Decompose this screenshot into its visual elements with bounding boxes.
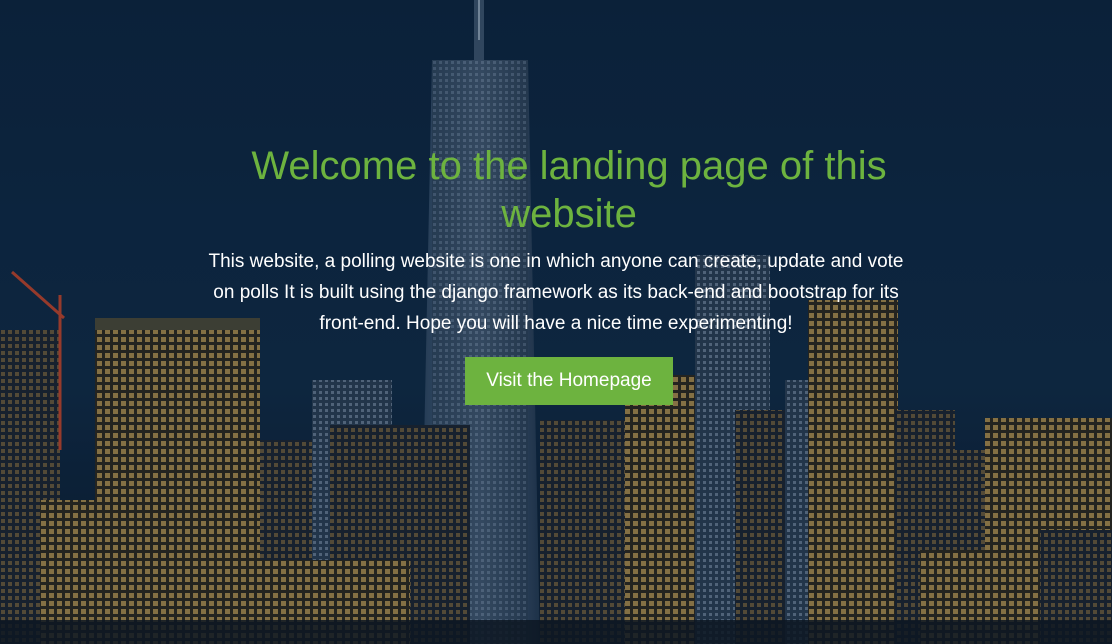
hero-section: Welcome to the landing page of this webs… bbox=[0, 142, 1112, 405]
hero-description: This website, a polling website is one i… bbox=[208, 251, 904, 334]
visit-homepage-button[interactable]: Visit the Homepage bbox=[465, 357, 673, 405]
page-title: Welcome to the landing page of this webs… bbox=[251, 144, 887, 236]
